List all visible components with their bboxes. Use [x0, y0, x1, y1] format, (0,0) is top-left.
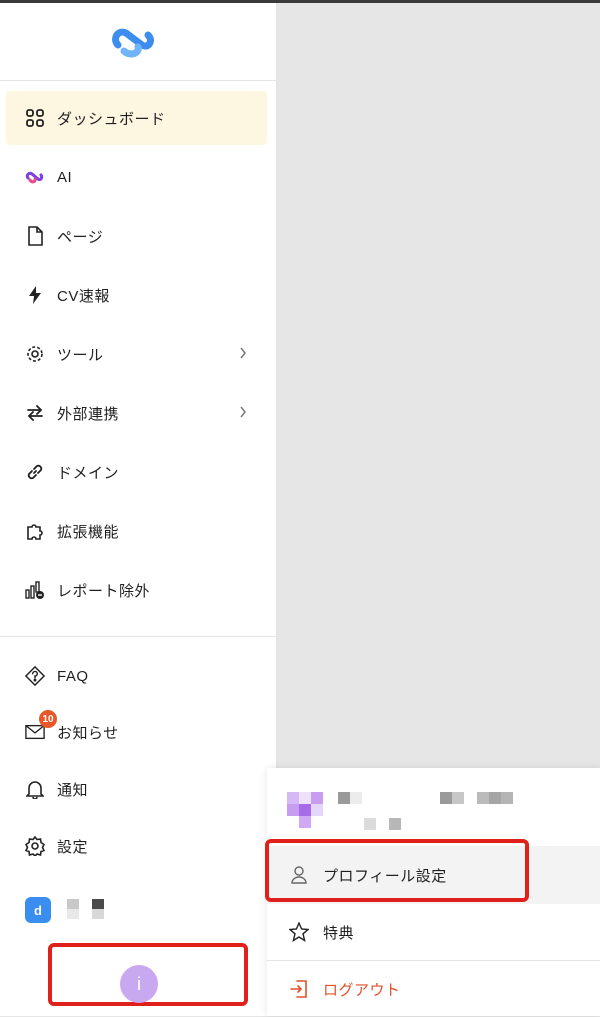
sidebar-item-label: 設定 — [57, 838, 89, 856]
blurred-username — [92, 899, 104, 909]
sidebar-item-notifications[interactable]: 通知 — [6, 762, 267, 816]
sidebar-item-integrations[interactable]: 外部連携 — [6, 386, 267, 440]
sidebar-item-dashboard[interactable]: ダッシュボード — [6, 91, 267, 145]
blurred-avatar — [287, 804, 299, 816]
blurred-username — [67, 909, 79, 919]
sidebar-item-cv-report[interactable]: CV速報 — [6, 268, 267, 322]
arrows-swap-icon — [25, 403, 45, 423]
puzzle-icon — [25, 521, 45, 541]
blurred-text — [440, 792, 452, 804]
document-icon — [25, 226, 45, 246]
blurred-text — [389, 818, 401, 830]
menu-item-label: 特典 — [323, 924, 355, 942]
sidebar-item-label: レポート除外 — [57, 582, 151, 600]
blurred-avatar — [311, 792, 323, 804]
blurred-username — [67, 899, 79, 909]
sidebar-item-label: ページ — [57, 228, 104, 246]
blurred-text — [452, 792, 464, 804]
sidebar-item-tools[interactable]: ツール — [6, 327, 267, 381]
logout-icon — [289, 979, 309, 999]
grid-icon — [25, 108, 45, 128]
sidebar-item-news[interactable]: 10 お知らせ — [6, 705, 267, 759]
sidebar-item-label: CV速報 — [57, 287, 110, 305]
blurred-avatar — [299, 804, 311, 816]
help-button[interactable]: i — [120, 965, 158, 1003]
sidebar-item-label: お知らせ — [57, 724, 119, 742]
sidebar-item-label: FAQ — [57, 667, 89, 685]
blurred-text — [501, 792, 513, 804]
sidebar-item-settings[interactable]: 設定 — [6, 819, 267, 873]
sidebar-item-faq[interactable]: FAQ — [6, 649, 267, 703]
blurred-username — [92, 909, 104, 919]
gear-icon — [25, 836, 45, 856]
ai-logo-icon — [25, 167, 45, 187]
chevron-right-icon — [240, 406, 246, 418]
app-logo-icon[interactable] — [108, 21, 164, 63]
sidebar-item-label: 外部連携 — [57, 405, 120, 423]
blurred-avatar — [299, 816, 311, 828]
sidebar-item-label: ダッシュボード — [57, 110, 166, 128]
sidebar: ダッシュボード AI ページ CV速報 ツール 外部連携 ドメイン 拡張機能 レ… — [0, 3, 277, 1016]
profile-settings-highlight — [265, 839, 529, 902]
chart-exclude-icon — [25, 580, 45, 600]
sidebar-item-pages[interactable]: ページ — [6, 209, 267, 263]
chevron-right-icon — [240, 347, 246, 359]
user-account[interactable]: d — [25, 897, 104, 923]
sidebar-item-label: ドメイン — [57, 464, 120, 482]
blurred-text — [489, 792, 501, 804]
sidebar-item-report-exclude[interactable]: レポート除外 — [6, 563, 267, 617]
sidebar-item-label: 通知 — [57, 781, 89, 799]
avatar: d — [25, 897, 51, 923]
blurred-avatar — [311, 804, 323, 816]
sidebar-item-ai[interactable]: AI — [6, 150, 267, 204]
blurred-avatar — [287, 792, 299, 804]
settings-cog-icon — [25, 344, 45, 364]
sidebar-divider — [0, 636, 277, 637]
sidebar-divider — [0, 80, 277, 81]
blurred-text — [338, 792, 350, 804]
sidebar-item-label: AI — [57, 168, 73, 186]
star-icon — [289, 922, 309, 942]
sidebar-item-domain[interactable]: ドメイン — [6, 445, 267, 499]
question-diamond-icon — [25, 665, 45, 687]
menu-item-benefits[interactable]: 特典 — [267, 904, 600, 960]
bell-icon — [25, 779, 45, 799]
mail-icon: 10 — [25, 710, 57, 742]
menu-item-label: ログアウト — [323, 981, 401, 999]
notification-badge: 10 — [39, 710, 57, 728]
link-icon — [25, 462, 45, 482]
menu-item-logout[interactable]: ログアウト — [267, 961, 600, 1017]
bolt-icon — [25, 285, 45, 305]
sidebar-item-extensions[interactable]: 拡張機能 — [6, 504, 267, 558]
blurred-avatar — [299, 792, 311, 804]
sidebar-item-label: ツール — [57, 346, 104, 364]
blurred-text — [364, 818, 376, 830]
sidebar-item-label: 拡張機能 — [57, 523, 120, 541]
blurred-text — [350, 792, 362, 804]
blurred-text — [477, 792, 489, 804]
